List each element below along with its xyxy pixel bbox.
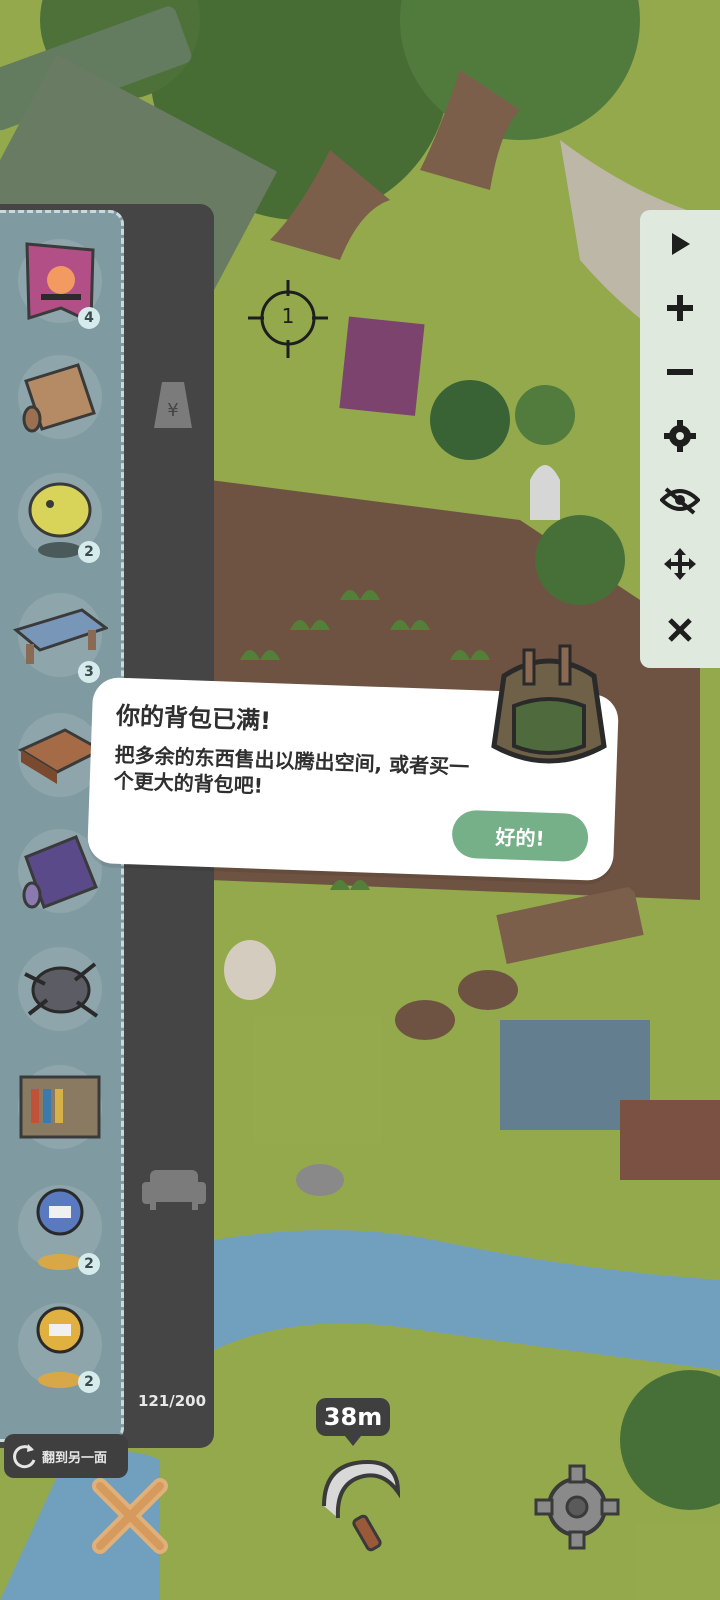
zoom-out-icon	[667, 369, 693, 375]
inventory-item[interactable]: 2	[12, 1297, 108, 1393]
dialog-message: 把多余的东西售出以腾出空间, 或者买一个更大的背包吧!	[113, 742, 470, 798]
inventory-item[interactable]: 3	[12, 587, 108, 683]
item-quantity: 4	[78, 307, 100, 329]
zoom-out-button[interactable]	[648, 344, 712, 400]
inventory-item[interactable]	[12, 1059, 108, 1155]
edit-toolbar	[640, 210, 720, 668]
flip-side-button[interactable]: 翻到另一面	[4, 1434, 128, 1478]
zoom-in-button[interactable]	[648, 280, 712, 336]
inventory-item[interactable]: 2	[12, 1179, 108, 1275]
inventory-item[interactable]: 4	[12, 233, 108, 329]
distance-badge: 38m	[316, 1398, 390, 1446]
inventory-item[interactable]: 2	[12, 467, 108, 563]
wooden-bench-icon	[12, 608, 108, 664]
inventory-item[interactable]	[12, 349, 108, 445]
scroll-map-icon	[22, 363, 96, 433]
play-button[interactable]	[648, 216, 712, 272]
settings-button[interactable]	[648, 408, 712, 464]
ok-button[interactable]: 好的!	[451, 809, 589, 863]
play-icon	[672, 233, 690, 255]
rotate-icon	[13, 1444, 36, 1469]
crosshair-label: 1	[281, 304, 295, 328]
inventory-count: 121/200	[137, 1392, 207, 1410]
flip-side-label: 翻到另一面	[42, 1450, 108, 1466]
item-quantity: 2	[78, 1371, 100, 1393]
move-button[interactable]	[648, 536, 712, 592]
settings-icon	[664, 420, 696, 452]
close-edit-button[interactable]	[90, 1476, 170, 1556]
item-quantity: 2	[78, 541, 100, 563]
dialog-title: 你的背包已满!	[115, 701, 272, 736]
sickle-button[interactable]	[304, 1456, 404, 1552]
price-tag-icon[interactable]: ¥	[150, 378, 196, 432]
spiky-shell-icon	[24, 962, 99, 1018]
hide-button[interactable]	[648, 472, 712, 528]
close-icon	[668, 618, 692, 642]
settings-gear-button[interactable]	[534, 1464, 620, 1550]
move-icon	[664, 548, 696, 580]
bookshelf-icon	[19, 1075, 101, 1139]
inventory-item[interactable]	[12, 941, 108, 1037]
sofa-icon[interactable]	[142, 1166, 206, 1212]
item-quantity: 3	[78, 661, 100, 683]
item-quantity: 2	[78, 1253, 100, 1275]
hide-icon	[660, 487, 700, 515]
backpack-icon	[491, 644, 607, 764]
zoom-in-icon	[667, 295, 693, 321]
svg-text:¥: ¥	[167, 400, 178, 421]
close-toolbar-button[interactable]	[648, 602, 712, 658]
